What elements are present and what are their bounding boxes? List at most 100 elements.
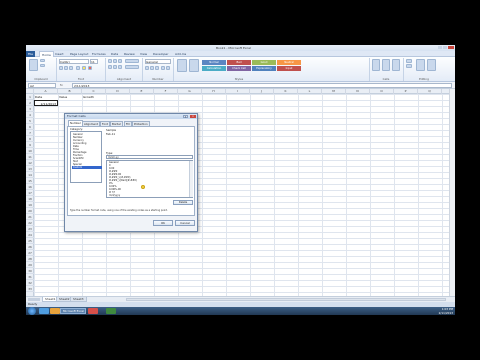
start-icon[interactable] [28,307,36,315]
fill-icon[interactable] [406,64,412,68]
format-as-table-button[interactable] [189,59,199,72]
style-input[interactable]: Input [277,66,301,71]
style-name: Check Cell [232,67,246,70]
vertical-scrollbar[interactable] [449,89,455,296]
insert-cells-button[interactable] [372,59,380,71]
media-icon[interactable] [88,308,98,314]
cell-c1[interactable]: Growth [82,94,106,100]
conditional-formatting-button[interactable] [177,59,187,72]
format-cells-button[interactable] [392,59,400,71]
sheet-navigation-icon[interactable] [28,298,40,301]
copy-icon[interactable] [40,64,45,67]
format-description: Type the number format code, using one o… [70,209,168,212]
sort-filter-button[interactable] [416,59,425,71]
close-icon[interactable] [448,46,454,49]
taskbar-excel-button[interactable]: Microsoft Excel [60,308,86,314]
category-custom[interactable]: Custom [72,166,102,169]
style-name: Normal [209,61,219,64]
type-item[interactable]: m/d/yyyy [108,194,188,197]
comma-icon[interactable] [155,66,159,70]
mouse-cursor-highlight [141,185,145,189]
font-color-icon[interactable] [88,66,92,70]
style-name: Explanatory [256,67,272,70]
group-label-clipboard: Clipboard [34,77,48,81]
align-right-icon[interactable] [118,65,122,69]
cut-icon[interactable] [40,59,45,62]
close-icon[interactable]: x [190,115,196,118]
increase-decimal-icon[interactable] [161,66,165,70]
find-select-button[interactable] [427,59,436,71]
video-frame: Book1 - Microsoft Excel File Home Insert… [0,0,480,360]
delete-button[interactable]: Delete [173,200,193,205]
number-format-select[interactable]: General [145,59,171,64]
borders-icon[interactable] [76,66,80,70]
style-explanatory[interactable]: Explanatory [252,66,276,71]
style-name: Calculation [206,67,222,70]
align-top-icon[interactable] [108,59,112,63]
excel-icon[interactable] [106,308,116,314]
group-label-font: Font [77,77,85,81]
style-neutral[interactable]: Neutral [277,60,301,65]
bold-icon[interactable] [59,66,63,70]
cell-b1[interactable]: Value [58,94,82,100]
cancel-button[interactable]: Cancel [175,220,195,226]
style-bad[interactable]: Bad [227,60,251,65]
dialog-title: Format Cells [67,114,86,118]
fill-color-icon[interactable] [82,66,86,70]
row-headers: 1 2 3 4 5 6 7 8 9 10 11 12 13 14 15 16 17 18 19 20 21 22 23 24 2… [26,94,34,296]
group-label-editing: Editing [419,77,429,81]
browser-icon[interactable] [50,308,60,314]
row-header[interactable]: 33 [26,286,34,292]
type-input[interactable]: mmm-yy [106,155,193,159]
window-title: Book1 - Microsoft Excel [216,46,251,50]
group-label-styles: Styles [234,77,244,81]
merge-center-button[interactable] [125,65,139,69]
currency-icon[interactable] [145,66,149,70]
style-check-cell[interactable]: Check Cell [227,66,251,71]
excel-window: Book1 - Microsoft Excel File Home Insert… [26,45,455,315]
italic-icon[interactable] [64,66,68,70]
align-center-icon[interactable] [113,65,117,69]
underline-icon[interactable] [69,66,73,70]
formula-bar: A2 fx 2/11/2013 [26,82,455,89]
delete-cells-button[interactable] [382,59,390,71]
style-calculation[interactable]: Calculation [202,66,226,71]
name-box[interactable]: A2 [28,83,56,88]
group-label-cells: Cells [382,77,390,81]
help-icon[interactable]: ? [183,115,188,119]
autosum-icon[interactable] [406,59,412,63]
ok-button[interactable]: OK [153,220,173,226]
font-size-select[interactable]: 11 [90,59,98,64]
style-name: Neutral [284,61,294,64]
clock-date: 2/11/2013 [438,311,453,315]
style-name: Input [285,67,293,70]
number-tab-panel: Category: General Number Currency Accoun… [67,126,195,216]
style-normal[interactable]: Normal [202,60,226,65]
group-label-alignment: Alignment [116,77,132,81]
type-list[interactable]: General 0 0.00 #,##0 #,##0.00 #,##0_);(#… [106,160,193,198]
align-bottom-icon[interactable] [118,59,122,63]
taskbar: Microsoft Excel 1:03 PM 2/11/2013 [26,307,455,315]
wrap-text-button[interactable] [125,59,139,63]
align-left-icon[interactable] [108,65,112,69]
format-cells-dialog: Format Cells ? x Number Alignment Font B… [64,113,198,232]
style-name: Good [260,61,268,64]
cell-a2[interactable]: 2/11/2013 [34,100,58,106]
minimize-icon[interactable] [438,46,442,49]
paste-icon[interactable] [29,59,38,71]
fx-icon[interactable]: fx [60,83,70,88]
percent-icon[interactable] [150,66,154,70]
decrease-decimal-icon[interactable] [166,66,170,70]
horizontal-scrollbar[interactable] [126,298,446,301]
formula-input[interactable]: 2/11/2013 [72,83,452,88]
explorer-icon[interactable] [39,308,49,314]
font-name-select[interactable]: Calibri [59,59,89,64]
ribbon: Clipboard Calibri 11 Font Alignment Gene… [26,57,455,82]
category-list[interactable]: General Number Currency Accounting Date … [70,131,102,183]
style-name: Bad [236,61,242,64]
type-list-scrollbar[interactable] [189,161,193,197]
maximize-icon[interactable] [443,46,447,49]
align-middle-icon[interactable] [113,59,117,63]
style-good[interactable]: Good [252,60,276,65]
sample-value: Feb-11 [106,132,116,136]
